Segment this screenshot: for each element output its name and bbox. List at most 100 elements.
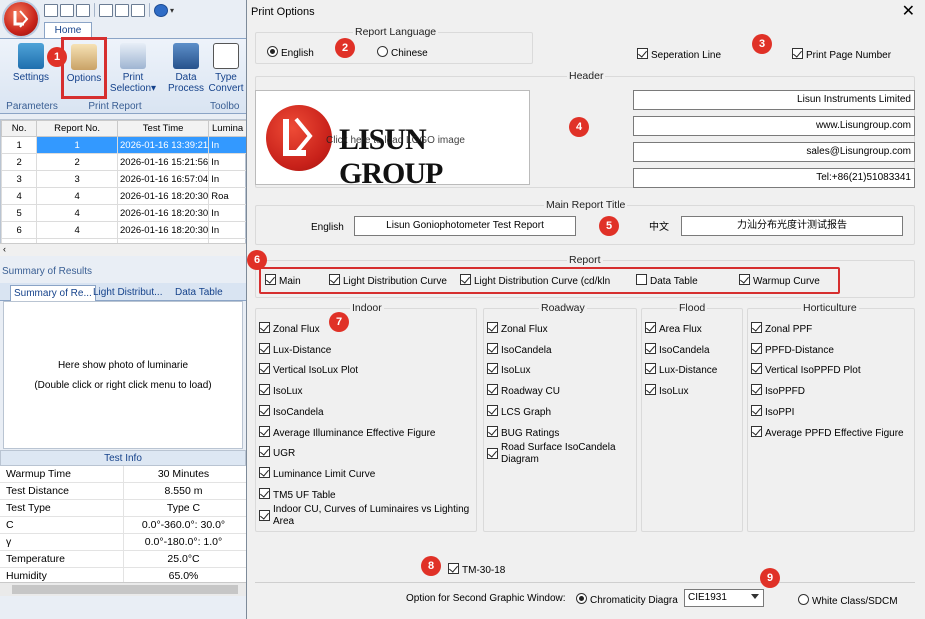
table-row[interactable]: 5 4 2026-01-16 18:20:30 In — [0, 204, 247, 222]
save-icon[interactable] — [76, 3, 90, 17]
tm30-checkbox[interactable]: TM-30-18 — [448, 563, 505, 577]
luminaire-photo-area[interactable]: Here show photo of luminarie (Double cli… — [3, 301, 243, 449]
qat-dropdown-icon[interactable]: ▾ — [170, 4, 178, 17]
checkbox-label: Road Surface IsoCandela Diagram — [501, 442, 616, 465]
flood-isolux-checkbox[interactable]: IsoLux — [645, 384, 688, 398]
english-radio[interactable]: English — [267, 46, 314, 60]
checkbox-label: Luminance Limit Curve — [273, 469, 376, 480]
roadway-road-surface-checkbox[interactable]: Road Surface IsoCandela Diagram — [487, 442, 633, 466]
checkbox-indicator — [329, 274, 340, 285]
grid-horizontal-scrollbar[interactable]: ‹ — [0, 243, 246, 256]
print-page-number-checkbox[interactable]: Print Page Number — [792, 48, 891, 62]
cell: 2026-01-16 16:57:04 — [116, 170, 210, 188]
chinese-radio[interactable]: Chinese — [377, 46, 428, 60]
checkbox-label: IsoPPFD — [765, 386, 806, 397]
hort-avg-ppfd-checkbox[interactable]: Average PPFD Effective Figure — [751, 426, 904, 440]
hort-ppfd-distance-checkbox[interactable]: PPFD-Distance — [751, 343, 834, 357]
report-ldc-checkbox[interactable]: Light Distribution Curve — [329, 274, 447, 288]
indoor-isocandela-checkbox[interactable]: IsoCandela — [259, 405, 324, 419]
chinese-title-field[interactable]: 力汕分布光度计测试报告 — [681, 216, 903, 236]
test-info-value: 25.0°C — [123, 551, 243, 568]
checkbox-indicator — [751, 426, 762, 437]
indoor-zonal-flux-checkbox[interactable]: Zonal Flux — [259, 322, 320, 336]
header-phone-field[interactable]: Tel:+86(21)51083341 — [633, 168, 915, 188]
open-file-icon[interactable] — [60, 3, 74, 17]
tab-data-table[interactable]: Data Table — [172, 285, 226, 301]
tab-summary[interactable]: Summary of Re... — [10, 285, 96, 301]
tool-c-icon[interactable] — [131, 3, 145, 17]
header-legend: Header — [567, 70, 606, 82]
data-process-button[interactable]: Data Process — [166, 41, 206, 94]
col-header[interactable]: Test Time — [116, 120, 210, 137]
header-email-field[interactable]: sales@Lisungroup.com — [633, 142, 915, 162]
table-row[interactable]: 2 2 2026-01-16 15:21:56 In — [0, 153, 247, 171]
indoor-vertical-isolux-checkbox[interactable]: Vertical IsoLux Plot — [259, 363, 358, 377]
report-grid[interactable]: No. Report No. Test Time Lumina 1 1 2026-0… — [0, 119, 247, 256]
english-title-field[interactable]: Lisun Goniophotometer Test Report — [354, 216, 576, 236]
checkbox-label: Zonal Flux — [501, 324, 548, 335]
roadway-bug-checkbox[interactable]: BUG Ratings — [487, 426, 559, 440]
roadway-isolux-checkbox[interactable]: IsoLux — [487, 363, 530, 377]
table-row[interactable]: 4 4 2026-01-16 18:20:30 Roa — [0, 187, 247, 205]
header-company-field[interactable]: Lisun Instruments Limited — [633, 90, 915, 110]
scroll-left-icon[interactable]: ‹ — [3, 244, 6, 254]
flood-lux-distance-checkbox[interactable]: Lux-Distance — [645, 363, 717, 377]
indoor-lux-distance-checkbox[interactable]: Lux-Distance — [259, 343, 331, 357]
bottom-scrollbar[interactable] — [0, 582, 246, 596]
table-row[interactable]: 1 1 2026-01-16 13:39:21 In — [0, 136, 247, 154]
roadway-zonal-flux-checkbox[interactable]: Zonal Flux — [487, 322, 548, 336]
col-header[interactable]: Lumina — [208, 120, 247, 137]
report-warmup-checkbox[interactable]: Warmup Curve — [739, 274, 820, 288]
roadway-cu-checkbox[interactable]: Roadway CU — [487, 384, 560, 398]
hort-isoppfd-checkbox[interactable]: IsoPPFD — [751, 384, 805, 398]
app-menu-orb[interactable] — [4, 2, 38, 36]
options-button[interactable]: Options — [61, 37, 107, 99]
indoor-avg-illuminance-checkbox[interactable]: Average Illuminance Effective Figure — [259, 426, 436, 440]
hort-isoppi-checkbox[interactable]: IsoPPI — [751, 405, 794, 419]
logo-image-area[interactable]: LISUN GROUP Click here to load LOGO imag… — [255, 90, 530, 185]
indoor-isolux-checkbox[interactable]: IsoLux — [259, 384, 302, 398]
cell: 4 — [36, 204, 118, 222]
header-website-field[interactable]: www.Lisungroup.com — [633, 116, 915, 136]
print-selection-button[interactable]: Print Selection▾ — [108, 41, 158, 94]
indoor-tm5-checkbox[interactable]: TM5 UF Table — [259, 488, 336, 502]
checkbox-label: Lux-Distance — [273, 345, 332, 356]
report-main-checkbox[interactable]: Main — [265, 274, 301, 288]
indoor-cu-checkbox[interactable]: Indoor CU, Curves of Luminaires vs Light… — [259, 504, 474, 528]
logo-hint: Click here to load LOGO image — [326, 135, 465, 146]
flood-isocandela-checkbox[interactable]: IsoCandela — [645, 343, 710, 357]
col-header[interactable]: No. — [0, 120, 38, 137]
white-class-radio[interactable]: White Class/SDCM — [798, 594, 898, 608]
report-ldc-cdkln-checkbox[interactable]: Light Distribution Curve (cd/kln — [460, 274, 610, 288]
scroll-thumb[interactable] — [12, 585, 238, 594]
cell: 2026-01-16 13:39:21 — [116, 136, 210, 154]
roadway-lcs-checkbox[interactable]: LCS Graph — [487, 405, 551, 419]
process-label: Process — [167, 83, 205, 94]
flood-legend: Flood — [677, 302, 708, 314]
flood-area-flux-checkbox[interactable]: Area Flux — [645, 322, 702, 336]
report-data-table-checkbox[interactable]: Data Table — [636, 274, 698, 288]
tool-a-icon[interactable] — [99, 3, 113, 17]
indoor-luminance-limit-checkbox[interactable]: Luminance Limit Curve — [259, 467, 375, 481]
tab-light-distribution[interactable]: Light Distribut... — [90, 285, 165, 301]
new-file-icon[interactable] — [44, 3, 58, 17]
hort-zonal-ppf-checkbox[interactable]: Zonal PPF — [751, 322, 812, 336]
hort-vertical-isoppfd-checkbox[interactable]: Vertical IsoPPFD Plot — [751, 363, 861, 377]
cell: 1 — [0, 136, 38, 154]
tool-b-icon[interactable] — [115, 3, 129, 17]
chevron-down-icon — [751, 594, 759, 599]
table-row[interactable]: 3 3 2026-01-16 16:57:04 In — [0, 170, 247, 188]
close-icon[interactable]: ✕ — [902, 3, 915, 21]
indoor-ugr-checkbox[interactable]: UGR — [259, 446, 295, 460]
cie-select[interactable]: CIE1931 — [684, 589, 764, 607]
type-convert-button[interactable]: Type Convert — [206, 41, 246, 94]
settings-button[interactable]: Settings — [8, 41, 54, 83]
roadway-isocandela-checkbox[interactable]: IsoCandela — [487, 343, 552, 357]
separation-line-checkbox[interactable]: Seperation Line — [637, 48, 721, 62]
checkbox-indicator — [487, 322, 498, 333]
chromaticity-radio[interactable]: Chromaticity Diagra — [576, 593, 678, 607]
col-header[interactable]: Report No. — [36, 120, 118, 137]
test-info-value: 0.0°-180.0°: 1.0° — [123, 534, 243, 551]
table-row[interactable]: 6 4 2026-01-16 18:20:30 In — [0, 221, 247, 239]
help-icon[interactable] — [154, 3, 168, 17]
